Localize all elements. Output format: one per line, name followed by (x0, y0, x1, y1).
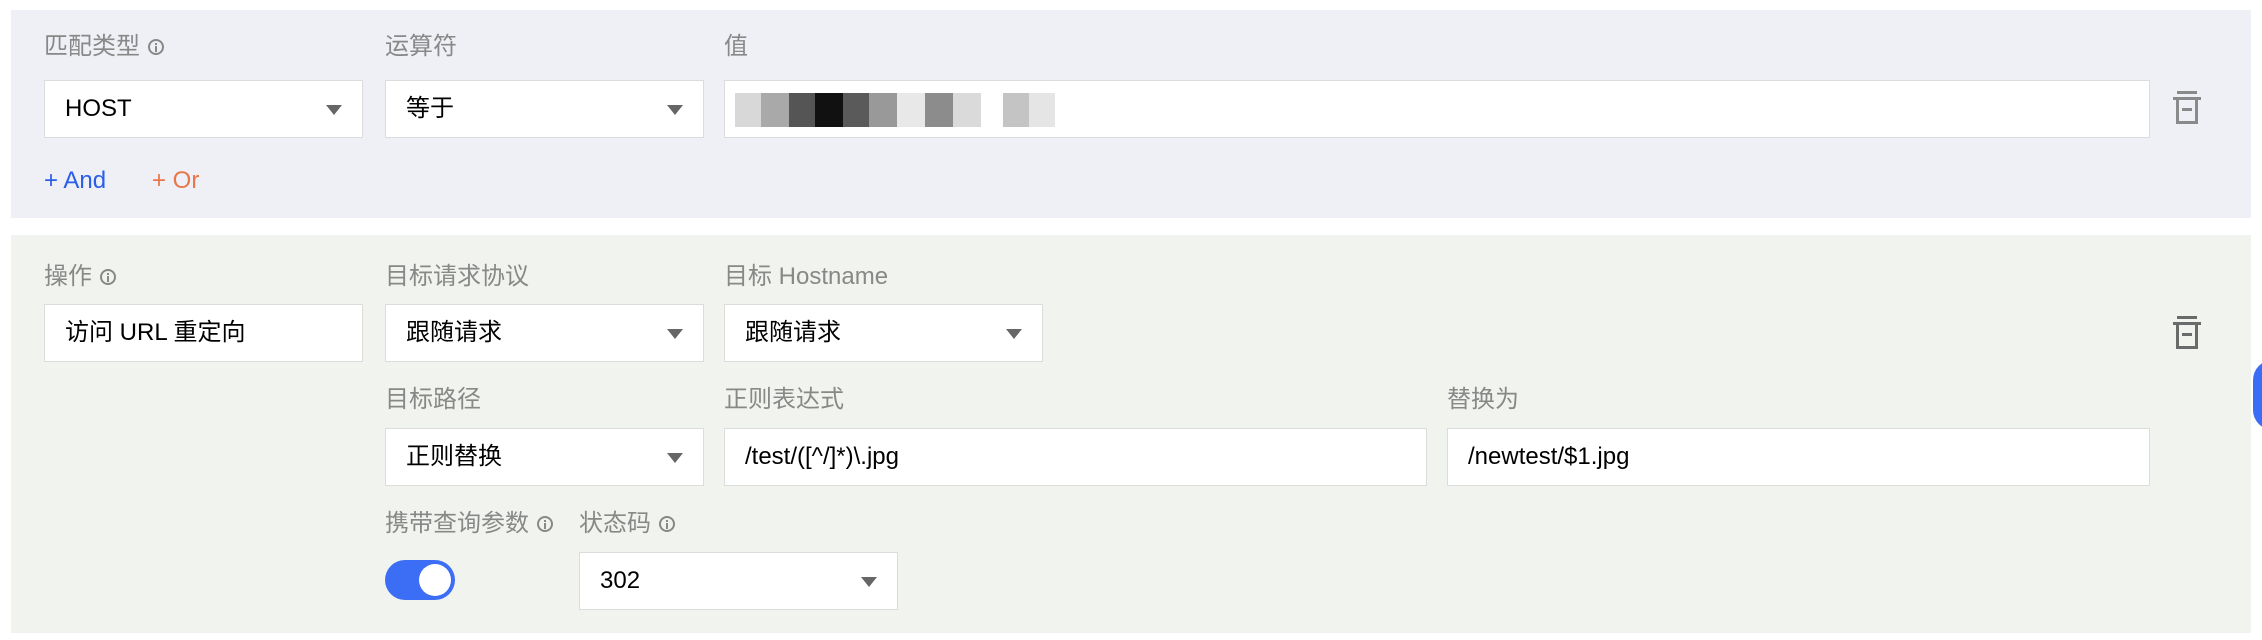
regex-input[interactable]: /test/([^/]*)\.jpg (724, 428, 1427, 486)
target-protocol-label: 目标请求协议 (385, 262, 529, 292)
target-hostname-select[interactable]: 跟随请求 (724, 304, 1043, 362)
replace-label: 替换为 (1447, 385, 1519, 415)
carry-query-toggle[interactable] (385, 560, 455, 600)
operation-value: 访问 URL 重定向 (65, 319, 246, 346)
operator-value: 等于 (406, 95, 454, 122)
replace-value: /newtest/$1.jpg (1468, 443, 1630, 470)
match-type-value: HOST (65, 95, 132, 122)
carry-query-label-group: 携带查询参数 (385, 509, 553, 539)
add-or-button[interactable]: + Or (152, 166, 199, 196)
operator-label-text: 运算符 (385, 33, 457, 60)
target-path-value: 正则替换 (406, 443, 502, 470)
caret-down-icon (667, 105, 683, 115)
delete-condition-icon[interactable] (2173, 91, 2201, 125)
target-protocol-value: 跟随请求 (406, 319, 502, 346)
target-hostname-label-text: 目标 Hostname (724, 263, 889, 290)
operator-select[interactable]: 等于 (385, 80, 704, 138)
target-path-label-text: 目标路径 (385, 386, 481, 413)
operation-label: 操作 (44, 263, 92, 290)
target-protocol-select[interactable]: 跟随请求 (385, 304, 704, 362)
caret-down-icon (667, 453, 683, 463)
match-type-select[interactable]: HOST (44, 80, 363, 138)
info-icon[interactable] (148, 39, 164, 55)
floating-action-button-edge[interactable] (2253, 360, 2262, 430)
value-input[interactable] (724, 80, 2150, 138)
replace-input[interactable]: /newtest/$1.jpg (1447, 428, 2150, 486)
regex-label-text: 正则表达式 (724, 386, 844, 413)
replace-label-text: 替换为 (1447, 386, 1519, 413)
target-hostname-label: 目标 Hostname (724, 262, 888, 292)
info-icon[interactable] (659, 516, 675, 532)
operation-field[interactable]: 访问 URL 重定向 (44, 304, 363, 362)
value-label: 值 (724, 32, 748, 62)
caret-down-icon (667, 329, 683, 339)
status-code-value: 302 (600, 567, 641, 594)
toggle-knob (419, 564, 451, 596)
target-hostname-value: 跟随请求 (745, 319, 841, 346)
operation-label-group: 操作 (44, 262, 116, 292)
caret-down-icon (1006, 329, 1022, 339)
info-icon[interactable] (100, 269, 116, 285)
target-protocol-label-text: 目标请求协议 (385, 263, 529, 290)
status-code-label: 状态码 (579, 510, 651, 537)
match-type-label: 匹配类型 (44, 33, 140, 60)
add-and-button[interactable]: + And (44, 166, 106, 196)
operator-label: 运算符 (385, 32, 457, 62)
caret-down-icon (861, 577, 877, 587)
regex-label: 正则表达式 (724, 385, 844, 415)
target-path-select[interactable]: 正则替换 (385, 428, 704, 486)
info-icon[interactable] (537, 516, 553, 532)
condition-panel: 匹配类型 运算符 值 HOST 等于 + And + Or (11, 10, 2251, 218)
match-type-label-group: 匹配类型 (44, 32, 164, 62)
target-path-label: 目标路径 (385, 385, 481, 415)
caret-down-icon (326, 105, 342, 115)
operation-panel: 操作 目标请求协议 目标 Hostname 访问 URL 重定向 跟随请求 跟随… (11, 235, 2251, 633)
status-code-select[interactable]: 302 (579, 552, 898, 610)
delete-operation-icon[interactable] (2173, 316, 2201, 350)
status-code-label-group: 状态码 (579, 509, 675, 539)
carry-query-label: 携带查询参数 (385, 510, 529, 537)
regex-value: /test/([^/]*)\.jpg (745, 443, 899, 470)
redacted-value-mask (735, 93, 1055, 127)
value-label-text: 值 (724, 33, 748, 60)
